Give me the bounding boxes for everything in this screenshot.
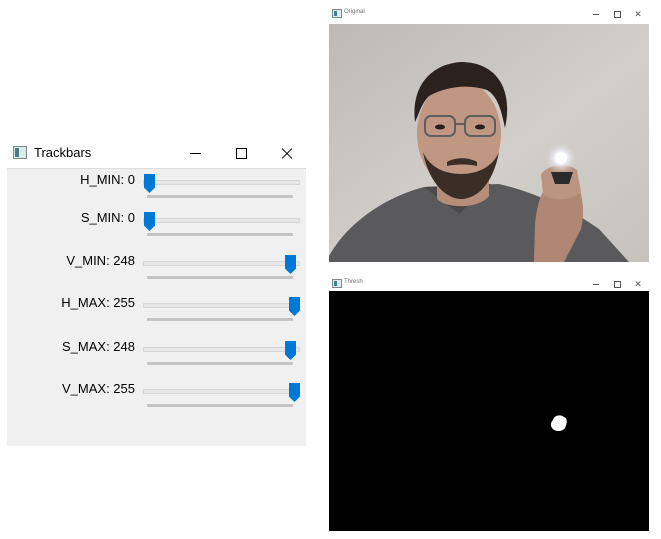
trackbar-track[interactable] bbox=[143, 341, 300, 360]
trackbar-v-min: V_MIN: 248 bbox=[7, 253, 306, 289]
close-icon: ✕ bbox=[634, 8, 642, 19]
minimize-button[interactable] bbox=[172, 138, 218, 168]
trackbar-thumb[interactable] bbox=[144, 174, 155, 193]
trackbar-thumb[interactable] bbox=[144, 212, 155, 231]
original-titlebar[interactable]: Original ✕ bbox=[329, 4, 649, 24]
close-icon: ✕ bbox=[634, 278, 642, 289]
close-icon bbox=[281, 147, 293, 159]
trackbar-label: H_MAX: 255 bbox=[61, 295, 135, 310]
trackbar-label: V_MIN: 248 bbox=[66, 253, 135, 268]
trackbar-underline bbox=[147, 404, 293, 407]
threshold-mask bbox=[329, 291, 649, 531]
trackbar-underline bbox=[147, 195, 293, 198]
trackbar-track[interactable] bbox=[143, 297, 300, 316]
window-title: Thresh bbox=[344, 279, 363, 285]
trackbar-label: S_MAX: 248 bbox=[62, 339, 135, 354]
trackbar-track[interactable] bbox=[143, 383, 300, 402]
trackbar-s-max: S_MAX: 248 bbox=[7, 339, 306, 375]
threshold-mask-frame bbox=[329, 291, 649, 531]
maximize-icon bbox=[613, 10, 621, 18]
maximize-icon bbox=[235, 147, 247, 159]
trackbar-s-min: S_MIN: 0 bbox=[7, 210, 306, 246]
close-button[interactable]: ✕ bbox=[627, 4, 649, 24]
trackbar-label: V_MAX: 255 bbox=[62, 381, 135, 396]
minimize-icon bbox=[189, 152, 201, 154]
trackbar-thumb[interactable] bbox=[289, 297, 300, 316]
trackbar-label: H_MIN: 0 bbox=[80, 172, 135, 187]
maximize-icon bbox=[613, 280, 621, 288]
window-app-icon bbox=[332, 9, 342, 18]
window-app-icon bbox=[13, 146, 27, 159]
trackbar-thumb[interactable] bbox=[285, 341, 297, 360]
trackbars-panel: H_MIN: 0 S_MIN: 0 V_MIN: 248 H_MAX: 255 bbox=[7, 168, 306, 446]
trackbar-track[interactable] bbox=[143, 255, 300, 274]
maximize-button[interactable] bbox=[606, 4, 628, 24]
trackbar-track[interactable] bbox=[143, 174, 300, 193]
trackbar-underline bbox=[147, 318, 293, 321]
trackbar-thumb[interactable] bbox=[289, 383, 300, 402]
trackbar-underline bbox=[147, 276, 293, 279]
trackbar-label: S_MIN: 0 bbox=[80, 210, 135, 225]
trackbar-underline bbox=[147, 233, 293, 236]
webcam-photo bbox=[329, 24, 649, 262]
trackbar-h-min: H_MIN: 0 bbox=[7, 172, 306, 208]
close-button[interactable] bbox=[264, 138, 310, 168]
webcam-frame bbox=[329, 24, 649, 262]
minimize-icon bbox=[593, 13, 599, 15]
trackbar-thumb[interactable] bbox=[285, 255, 297, 274]
trackbar-h-max: H_MAX: 255 bbox=[7, 295, 306, 331]
thresh-window: Thresh ✕ bbox=[329, 274, 649, 531]
original-window: Original ✕ bbox=[329, 4, 649, 262]
minimize-button[interactable] bbox=[585, 4, 607, 24]
trackbar-underline bbox=[147, 362, 293, 365]
window-app-icon bbox=[332, 279, 342, 288]
trackbar-track[interactable] bbox=[143, 212, 300, 231]
window-title: Original bbox=[344, 9, 365, 15]
trackbars-titlebar[interactable]: Trackbars bbox=[7, 138, 306, 168]
trackbars-window: Trackbars H_MIN: 0 S_MIN: 0 V_MIN: 248 H… bbox=[7, 138, 306, 446]
maximize-button[interactable] bbox=[218, 138, 264, 168]
trackbar-v-max: V_MAX: 255 bbox=[7, 381, 306, 417]
window-title: Trackbars bbox=[34, 145, 92, 160]
minimize-icon bbox=[593, 283, 599, 285]
